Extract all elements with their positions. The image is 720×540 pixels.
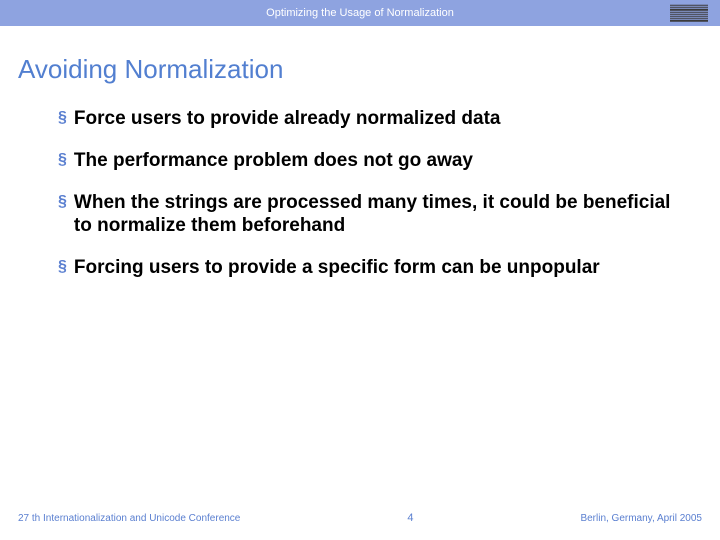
list-item: § Forcing users to provide a specific fo… [58,256,680,280]
bullet-text: Force users to provide already normalize… [74,107,501,131]
slide: Optimizing the Usage of Normalization Av… [0,0,720,540]
header-bar: Optimizing the Usage of Normalization [0,0,720,26]
bullet-icon: § [58,107,67,129]
header-title: Optimizing the Usage of Normalization [266,7,454,19]
slide-title: Avoiding Normalization [0,26,720,101]
bullet-icon: § [58,191,67,213]
footer: 27 th Internationalization and Unicode C… [0,504,720,540]
bullet-icon: § [58,256,67,278]
page-number: 4 [407,512,413,524]
list-item: § Force users to provide already normali… [58,107,680,131]
list-item: § When the strings are processed many ti… [58,191,680,239]
content-area: § Force users to provide already normali… [0,101,720,504]
list-item: § The performance problem does not go aw… [58,149,680,173]
ibm-logo [670,5,708,22]
bullet-text: When the strings are processed many time… [74,191,680,239]
bullet-icon: § [58,149,67,171]
bullet-text: The performance problem does not go away [74,149,473,173]
footer-left: 27 th Internationalization and Unicode C… [18,513,240,524]
bullet-text: Forcing users to provide a specific form… [74,256,600,280]
footer-right: Berlin, Germany, April 2005 [580,513,702,524]
